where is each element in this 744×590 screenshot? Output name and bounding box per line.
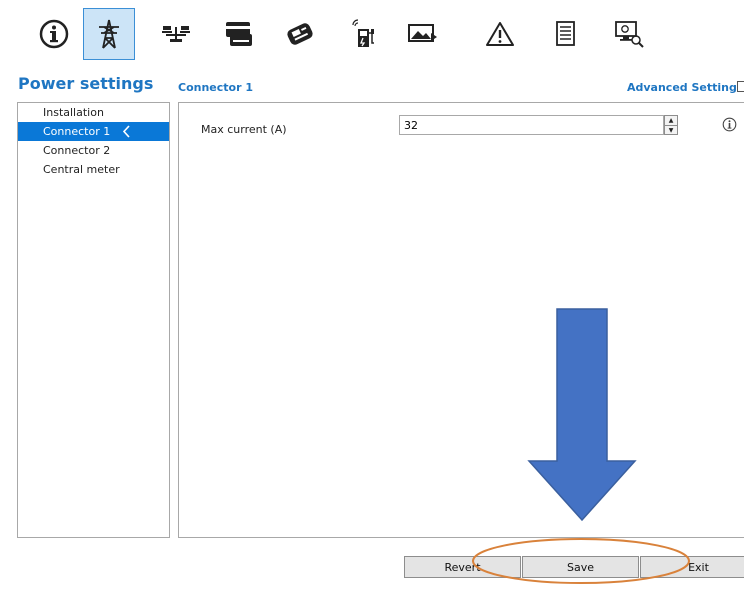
- sidebar-item-label: Central meter: [43, 163, 120, 176]
- warning-icon[interactable]: [474, 8, 526, 60]
- max-current-input[interactable]: [399, 115, 664, 135]
- down-arrow-icon: [527, 308, 637, 526]
- max-current-stepper[interactable]: ▲ ▼: [664, 115, 678, 135]
- info-icon[interactable]: [28, 8, 80, 60]
- field-info-icon[interactable]: [722, 117, 737, 136]
- sidebar-item-label: Installation: [43, 106, 104, 119]
- max-current-label: Max current (A): [201, 123, 287, 136]
- sidebar-item-connector-2[interactable]: Connector 2: [18, 141, 169, 160]
- sidebar: Installation Connector 1 Connector 2 Cen…: [17, 102, 170, 538]
- stepper-down-icon[interactable]: ▼: [665, 126, 677, 135]
- sidebar-item-connector-1[interactable]: Connector 1: [18, 122, 169, 141]
- page-title: Power settings: [18, 74, 154, 93]
- highlight-ellipse: [470, 536, 692, 590]
- section-title: Connector 1: [178, 81, 253, 94]
- content-panel: [178, 102, 744, 538]
- sidebar-item-label: Connector 2: [43, 144, 111, 157]
- sidebar-item-installation[interactable]: Installation: [18, 103, 169, 122]
- payment-terminal-icon[interactable]: [274, 8, 326, 60]
- power-pylon-icon[interactable]: [83, 8, 135, 60]
- document-icon[interactable]: [540, 8, 592, 60]
- advanced-settings-label: Advanced Settings: [627, 81, 744, 94]
- sidebar-item-central-meter[interactable]: Central meter: [18, 160, 169, 179]
- monitor-search-icon[interactable]: [603, 8, 655, 60]
- main-toolbar: [0, 0, 744, 70]
- display-image-icon[interactable]: [397, 8, 449, 60]
- balance-scale-icon[interactable]: [150, 8, 202, 60]
- advanced-settings-checkbox[interactable]: [737, 81, 744, 92]
- charging-station-icon[interactable]: [338, 8, 390, 60]
- sidebar-item-label: Connector 1: [43, 125, 111, 138]
- payment-card-reader-icon[interactable]: [213, 8, 265, 60]
- stepper-up-icon[interactable]: ▲: [665, 116, 677, 126]
